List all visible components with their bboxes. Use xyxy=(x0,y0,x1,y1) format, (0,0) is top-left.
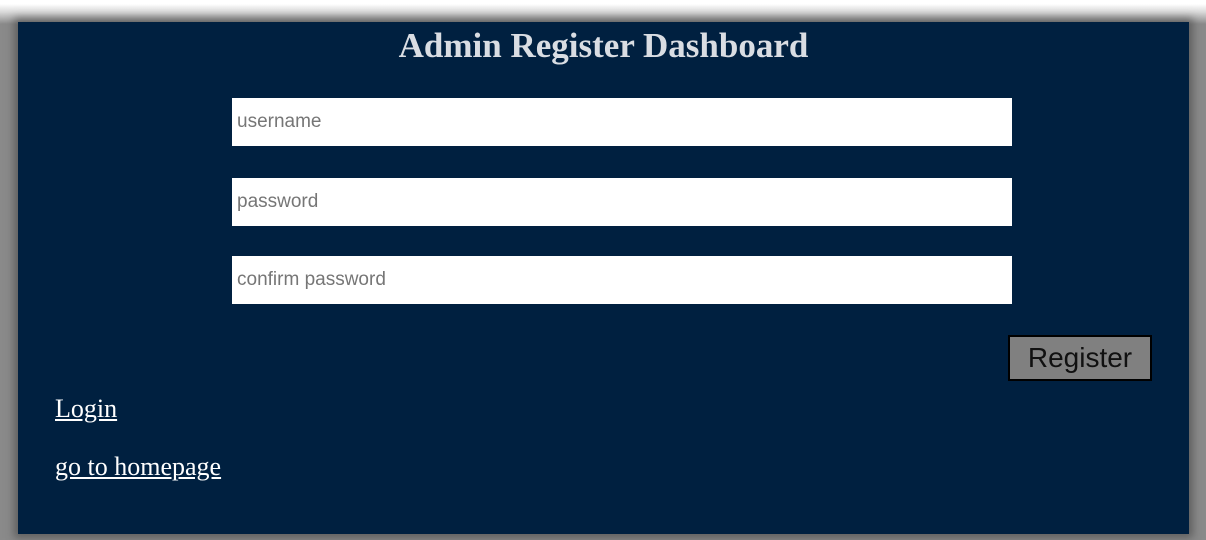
username-input[interactable] xyxy=(232,98,1012,146)
confirm-password-input[interactable] xyxy=(232,256,1012,304)
homepage-link[interactable]: go to homepage xyxy=(55,452,221,482)
register-button[interactable]: Register xyxy=(1008,335,1152,381)
login-link[interactable]: Login xyxy=(55,394,117,424)
register-panel: Admin Register Dashboard Register Login … xyxy=(18,22,1189,534)
page-title: Admin Register Dashboard xyxy=(398,26,809,65)
password-input[interactable] xyxy=(232,178,1012,226)
page-frame: Admin Register Dashboard Register Login … xyxy=(0,0,1206,540)
